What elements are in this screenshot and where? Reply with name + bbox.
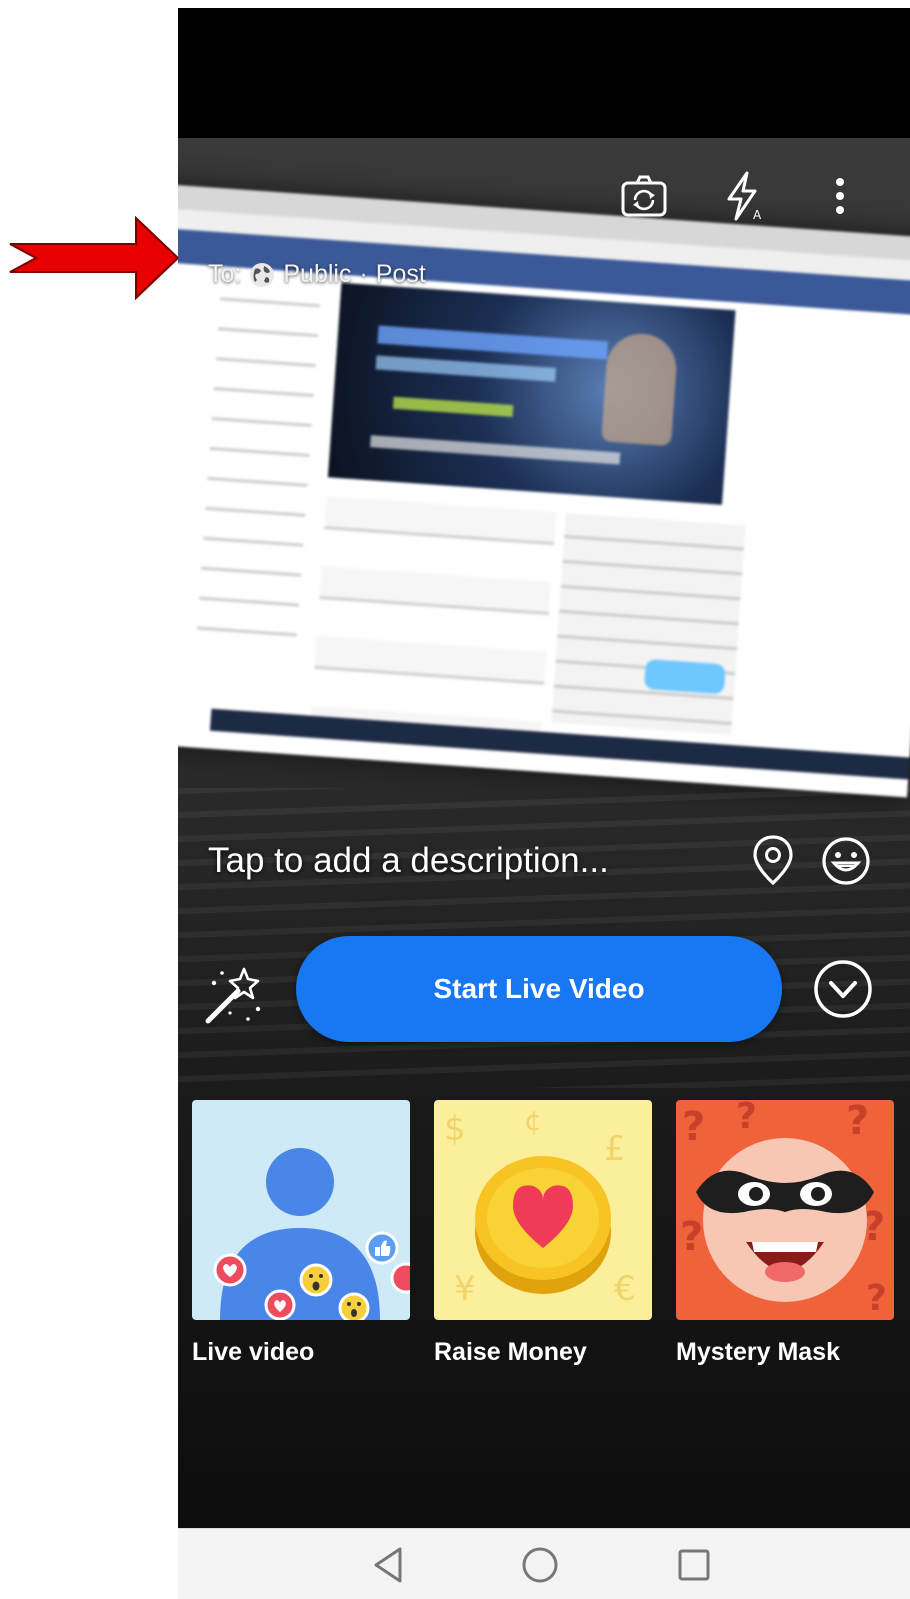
live-video-illustration [213,1148,410,1320]
more-vertical-icon[interactable] [812,168,868,224]
audience-selector[interactable]: To: Public · Post [208,260,426,289]
chevron-down-circle-icon[interactable] [812,958,874,1020]
format-card-mystery-mask[interactable]: ? ? ? ? ? ? [676,1100,894,1320]
start-live-video-button[interactable]: Start Live Video [296,936,782,1042]
audience-to-label: To: [208,260,242,288]
svg-text:?: ? [682,1104,705,1150]
svg-text:¥: ¥ [454,1269,476,1309]
svg-text:¢: ¢ [524,1104,542,1137]
audience-privacy: Public [283,260,352,288]
smiley-icon[interactable] [820,835,872,887]
phone-screen: A To: Public · Post Tap to add a descrip… [178,8,910,1599]
svg-text:$: $ [444,1109,466,1149]
format-label-live-video: Live video [192,1338,315,1366]
red-pointer-arrow-icon [9,216,180,300]
audience-separator: · [359,260,368,288]
svg-text:?: ? [866,1278,887,1319]
raise-money-illustration: $ £ ¥ € ¢ [444,1104,636,1309]
svg-text:?: ? [736,1100,757,1137]
svg-text:£: £ [604,1129,626,1169]
flip-camera-icon[interactable] [616,168,672,224]
svg-text:A: A [753,208,762,221]
back-icon[interactable] [366,1541,414,1589]
description-row: Tap to add a description... [178,833,910,893]
format-label-mystery-mask: Mystery Mask [676,1338,840,1366]
format-label-raise-money: Raise Money [434,1338,587,1366]
format-card-raise-money[interactable]: $ £ ¥ € ¢ [434,1100,652,1320]
recent-apps-icon[interactable] [670,1541,718,1589]
audience-post-type: Post [375,260,426,288]
location-pin-icon[interactable] [748,833,798,889]
magic-wand-icon[interactable] [200,963,266,1029]
svg-text:€: € [614,1269,636,1309]
globe-icon [249,262,275,288]
live-format-carousel: Live video $ £ ¥ € ¢ Raise Money ? ? ? ?… [192,1100,910,1380]
navigation-bar [178,1528,910,1599]
mystery-mask-illustration: ? ? ? ? ? ? [680,1100,887,1319]
svg-text:?: ? [680,1214,703,1260]
description-input[interactable]: Tap to add a description... [208,841,609,881]
svg-text:?: ? [846,1100,869,1144]
format-card-live-video[interactable] [192,1100,410,1320]
flash-off-icon[interactable]: A [715,168,771,224]
home-icon[interactable] [516,1541,564,1589]
